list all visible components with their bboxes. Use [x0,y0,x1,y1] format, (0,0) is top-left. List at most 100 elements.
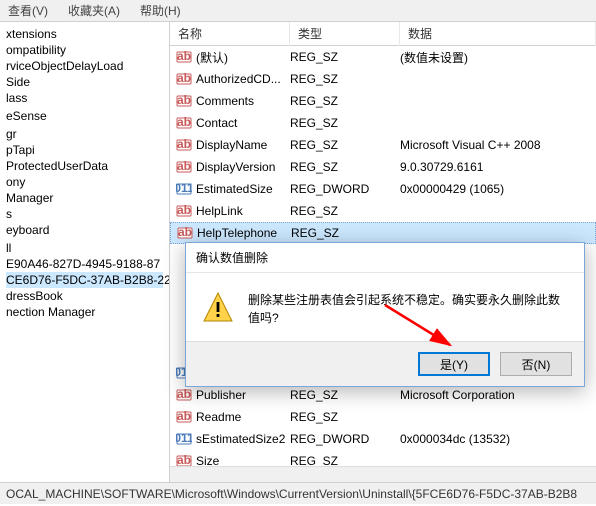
table-row[interactable]: abReadmeREG_SZ [170,406,596,428]
col-name[interactable]: 名称 [170,22,290,46]
table-row[interactable]: ab HelpTelephoneREG_SZ [170,222,596,244]
dialog-title: 确认数值删除 [186,243,584,273]
value-type: REG_DWORD [290,182,400,196]
value-type: REG_SZ [290,94,400,108]
value-data: 9.0.30729.6161 [400,160,596,174]
value-type: REG_SZ [290,50,400,64]
string-value-icon: ab [176,387,192,403]
tree-item[interactable]: dressBook [6,288,163,304]
tree-item[interactable]: Side [6,74,163,90]
tree-item[interactable]: s [6,206,163,222]
table-row[interactable]: 011 sEstimatedSize2REG_DWORD0x000034dc (1… [170,428,596,450]
string-value-icon: ab [176,159,192,175]
confirm-delete-dialog: 确认数值删除 删除某些注册表值会引起系统不稳定。确实要永久删除此数值吗? 是(Y… [185,242,585,387]
value-type: REG_SZ [290,204,400,218]
table-row[interactable]: 011 EstimatedSizeREG_DWORD0x00000429 (106… [170,178,596,200]
string-value-icon: ab [177,225,193,241]
table-row[interactable]: ab HelpLinkREG_SZ [170,200,596,222]
value-name: EstimatedSize [196,182,290,196]
horizontal-scrollbar[interactable] [170,466,596,482]
value-type: REG_SZ [290,72,400,86]
binary-value-icon: 011 [176,181,192,197]
value-name: DisplayVersion [196,160,290,174]
menu-help[interactable]: 帮助(H) [136,0,185,21]
string-value-icon: ab [176,137,192,153]
col-type[interactable]: 类型 [290,22,400,46]
svg-text:ab: ab [177,387,191,401]
value-data: (数值未设置) [400,49,596,66]
binary-value-icon: 011 [176,431,192,447]
tree-item[interactable]: Manager [6,190,163,206]
tree-item[interactable]: lass [6,90,163,106]
svg-text:011: 011 [176,181,192,195]
status-bar: OCAL_MACHINE\SOFTWARE\Microsoft\Windows\… [0,482,596,504]
value-name: sEstimatedSize2 [196,432,290,446]
value-name: AuthorizedCD... [196,72,290,86]
table-row[interactable]: ab CommentsREG_SZ [170,90,596,112]
svg-text:ab: ab [177,71,191,85]
value-name: Comments [196,94,290,108]
tree-item[interactable]: eSense [6,108,163,124]
svg-text:ab: ab [178,225,192,239]
tree-item[interactable]: ll [6,240,163,256]
string-value-icon: ab [176,203,192,219]
tree-item[interactable]: gr [6,126,163,142]
svg-text:ab: ab [177,203,191,217]
value-name: HelpLink [196,204,290,218]
tree-item[interactable]: ony [6,174,163,190]
list-header: 名称 类型 数据 [170,22,596,46]
svg-text:ab: ab [177,409,191,423]
value-data: Microsoft Corporation [400,388,596,402]
string-value-icon: ab [176,115,192,131]
value-type: REG_SZ [290,160,400,174]
value-name: HelpTelephone [197,226,291,240]
value-data: Microsoft Visual C++ 2008 [400,138,596,152]
svg-text:ab: ab [177,49,191,63]
value-name: DisplayName [196,138,290,152]
string-value-icon: ab [176,93,192,109]
table-row[interactable]: abPublisherREG_SZMicrosoft Corporation [170,384,596,406]
menu-favorites[interactable]: 收藏夹(A) [64,0,124,21]
menu-view[interactable]: 查看(V) [4,0,52,21]
svg-text:ab: ab [177,115,191,129]
tree-item[interactable]: pTapi [6,142,163,158]
value-data: 0x000034dc (13532) [400,432,596,446]
svg-text:ab: ab [177,93,191,107]
yes-button[interactable]: 是(Y) [418,352,490,376]
value-data: 0x00000429 (1065) [400,182,596,196]
table-row[interactable]: ab (默认)REG_SZ(数值未设置) [170,46,596,68]
dialog-buttons: 是(Y) 否(N) [186,341,584,386]
value-name: (默认) [196,49,290,66]
table-row[interactable]: ab AuthorizedCD...REG_SZ [170,68,596,90]
table-row[interactable]: ab DisplayNameREG_SZMicrosoft Visual C++ … [170,134,596,156]
value-type: REG_SZ [290,138,400,152]
svg-text:ab: ab [177,453,191,467]
tree-item[interactable]: nection Manager [6,304,163,320]
tree-item[interactable]: xtensions [6,26,163,42]
tree-item[interactable]: ProtectedUserData [6,158,163,174]
value-name: Contact [196,116,290,130]
value-type: REG_SZ [291,226,401,240]
value-type: REG_DWORD [290,432,400,446]
string-value-icon: ab [176,71,192,87]
value-type: REG_SZ [290,116,400,130]
tree-item[interactable]: rviceObjectDelayLoad [6,58,163,74]
tree-item[interactable]: eyboard [6,222,163,238]
no-button[interactable]: 否(N) [500,352,572,376]
svg-text:ab: ab [177,137,191,151]
tree-item[interactable]: E90A46-827D-4945-9188-87 [6,256,163,272]
string-value-icon: ab [176,409,192,425]
table-row[interactable]: ab DisplayVersionREG_SZ9.0.30729.6161 [170,156,596,178]
table-row[interactable]: ab ContactREG_SZ [170,112,596,134]
value-type: REG_SZ [290,388,400,402]
string-value-icon: ab [176,49,192,65]
dialog-message: 删除某些注册表值会引起系统不稳定。确实要永久删除此数值吗? [248,291,568,327]
registry-tree[interactable]: xtensionsompatibilityrviceObjectDelayLoa… [0,22,170,482]
tree-item[interactable]: ompatibility [6,42,163,58]
value-type: REG_SZ [290,410,400,424]
col-data[interactable]: 数据 [400,22,596,46]
menu-bar: 查看(V) 收藏夹(A) 帮助(H) [0,0,596,22]
tree-item[interactable]: CE6D76-F5DC-37AB-B2B8-22 [6,272,163,288]
svg-text:ab: ab [177,159,191,173]
svg-text:011: 011 [176,431,192,445]
